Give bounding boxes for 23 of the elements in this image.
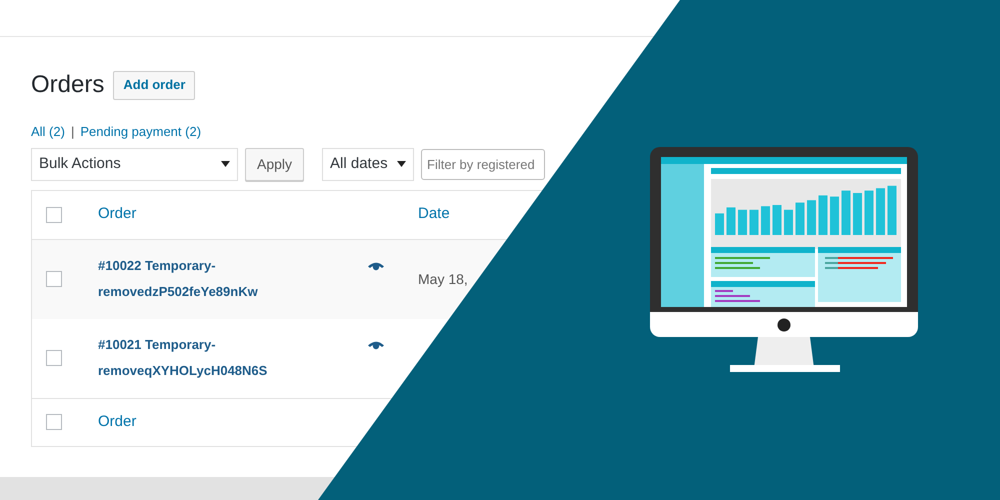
column-header[interactable]: Order — [98, 205, 136, 222]
column-header[interactable]: Date — [418, 205, 450, 222]
row-checkbox[interactable] — [46, 271, 62, 287]
select-all-checkbox[interactable] — [46, 414, 62, 430]
bulk-actions-select[interactable]: Bulk Actions — [31, 148, 238, 180]
page-title: Orders — [31, 70, 104, 100]
preview-eye-icon[interactable] — [368, 340, 384, 350]
column-footer[interactable]: Order — [98, 412, 136, 430]
dropdown-icon — [221, 161, 230, 167]
order-link[interactable]: #10021 Temporary-removeqXYHOLycH048N6S — [98, 332, 278, 384]
status-filter-link[interactable]: Pending payment (2) — [80, 122, 202, 142]
status-filter-link[interactable]: All (2) — [31, 122, 65, 142]
date-select[interactable]: All dates — [322, 148, 414, 180]
dropdown-icon — [397, 161, 406, 167]
row-checkbox[interactable] — [46, 350, 62, 366]
order-date: May 18, — [418, 270, 468, 289]
separator: | — [70, 123, 74, 141]
add-order-button[interactable]: Add order — [113, 70, 196, 100]
preview-eye-icon[interactable] — [368, 262, 384, 270]
customer-filter-field[interactable]: Filter by registered — [421, 148, 546, 180]
select-all-checkbox[interactable] — [46, 206, 62, 222]
order-link[interactable]: #10022 Temporary-removedzP502feYe89nKw — [98, 253, 278, 305]
apply-button[interactable]: Apply — [245, 148, 304, 180]
